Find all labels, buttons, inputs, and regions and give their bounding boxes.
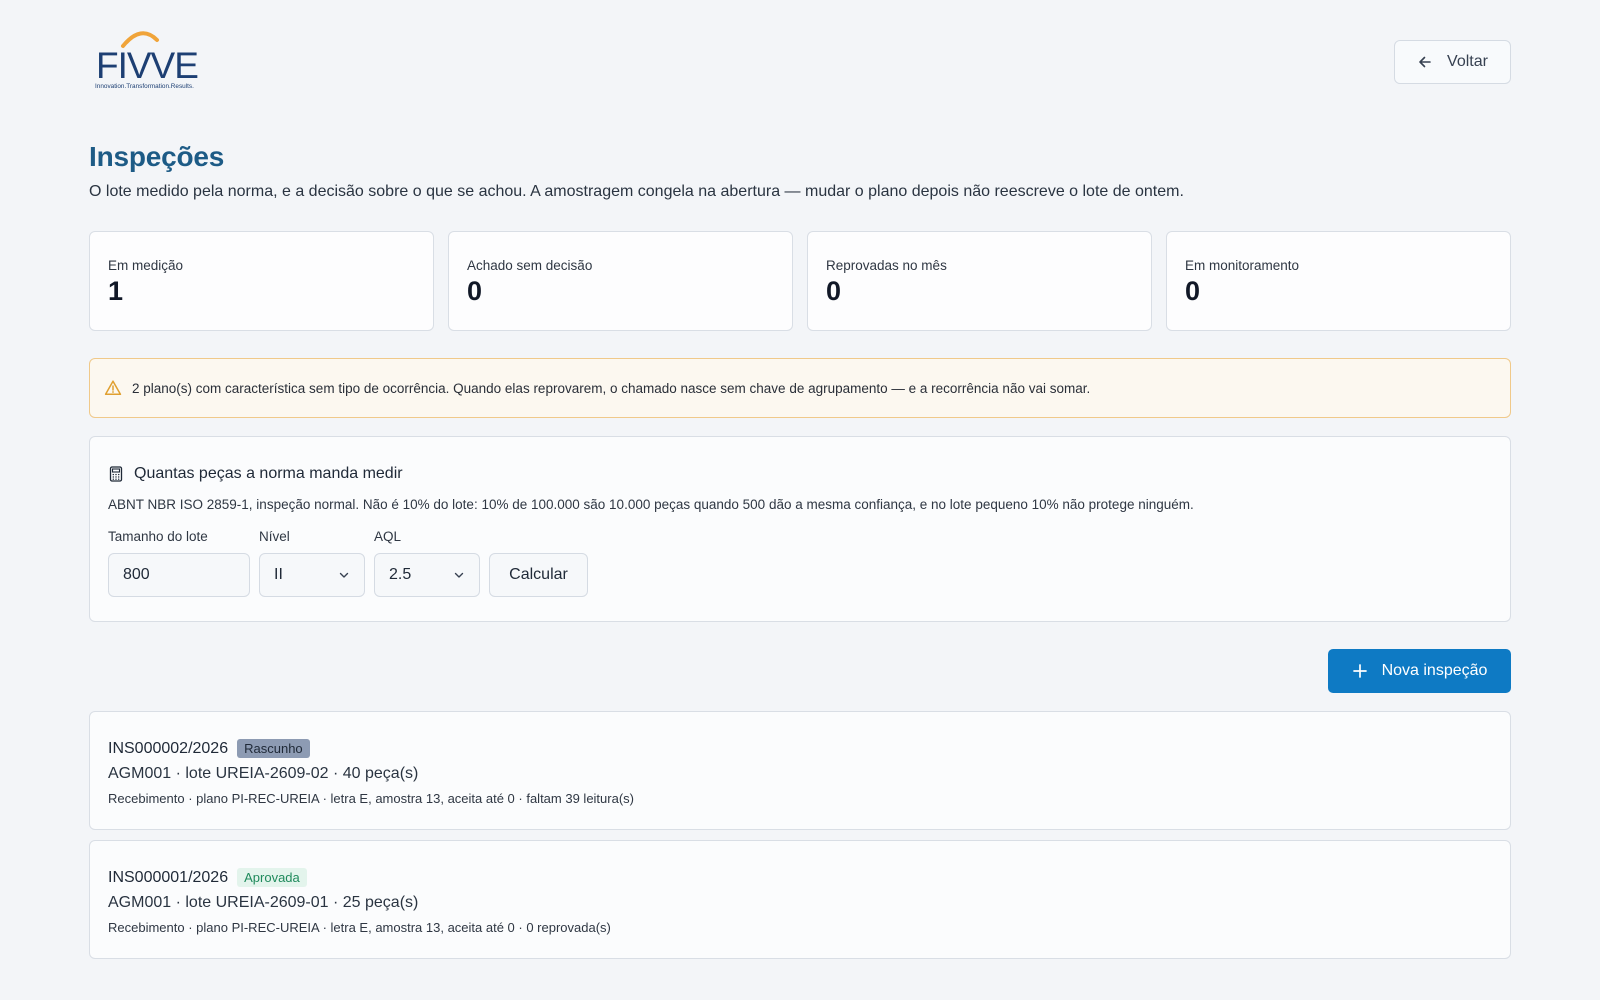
aql-label: AQL xyxy=(374,529,402,544)
chevron-down-icon xyxy=(453,569,465,581)
stat-label: Em medição xyxy=(108,258,184,273)
logo-wordmark: FIVVE xyxy=(96,45,198,86)
warning-alert: 2 plano(s) com característica sem tipo d… xyxy=(89,358,1511,418)
logo-tagline: Innovation.Transformation.Results. xyxy=(95,83,194,90)
stat-card-em-monitoramento: Em monitoramento 0 xyxy=(1166,231,1511,331)
lot-size-input[interactable]: 800 xyxy=(108,553,250,597)
stat-label: Achado sem decisão xyxy=(467,258,593,273)
inspection-details: Recebimento · plano PI-REC-UREIA · letra… xyxy=(108,920,611,935)
level-select[interactable]: II xyxy=(259,553,365,597)
calculator-title: Quantas peças a norma manda medir xyxy=(134,465,403,482)
stat-label: Em monitoramento xyxy=(1185,258,1300,273)
sample-size-calculator: Quantas peças a norma manda medir ABNT N… xyxy=(89,436,1511,622)
calculate-button[interactable]: Calcular xyxy=(489,553,588,597)
stat-label: Reprovadas no mês xyxy=(826,258,947,273)
aql-value: 2.5 xyxy=(389,566,412,583)
status-badge: Rascunho xyxy=(237,739,310,758)
calculator-icon xyxy=(108,466,124,482)
inspection-code: INS000002/2026 xyxy=(108,739,229,757)
calculator-form: Tamanho do lote 800 Nível II AQL 2.5 Cal… xyxy=(108,529,1492,597)
lot-size-label: Tamanho do lote xyxy=(108,529,208,544)
stat-value: 0 xyxy=(826,276,842,306)
stat-value: 0 xyxy=(467,276,483,306)
stat-value: 1 xyxy=(108,276,124,306)
lot-size-field: Tamanho do lote 800 xyxy=(108,529,250,597)
calculator-header: Quantas peças a norma manda medir xyxy=(108,465,1492,483)
inspection-summary: AGM001 · lote UREIA-2609-01 · 25 peça(s) xyxy=(108,894,419,911)
back-button[interactable]: Voltar xyxy=(1394,40,1511,84)
fivve-logo-graphic: FIVVE Innovation.Transformation.Results. xyxy=(95,31,199,90)
stats-row: Em medição 1 Achado sem decisão 0 Reprov… xyxy=(89,231,1511,331)
level-field: Nível II xyxy=(259,529,365,597)
inspection-header: INS000002/2026 Rascunho xyxy=(108,739,1492,758)
stat-card-achado-sem-decisao: Achado sem decisão 0 xyxy=(448,231,793,331)
inspection-code: INS000001/2026 xyxy=(108,868,229,886)
back-button-label: Voltar xyxy=(1447,53,1488,70)
stat-card-reprovadas-no-mes: Reprovadas no mês 0 xyxy=(807,231,1152,331)
level-value: II xyxy=(274,566,283,583)
new-inspection-button[interactable]: Nova inspeção xyxy=(1328,649,1511,693)
chevron-down-icon xyxy=(338,569,350,581)
arrow-left-icon xyxy=(1417,54,1433,70)
lot-size-value: 800 xyxy=(123,566,150,583)
warning-triangle-icon xyxy=(104,379,122,397)
plus-icon xyxy=(1352,663,1368,679)
inspection-row[interactable]: INS000001/2026 Aprovada AGM001 · lote UR… xyxy=(89,840,1511,959)
level-label: Nível xyxy=(259,529,290,544)
stat-value: 0 xyxy=(1185,276,1201,306)
page-title: Inspeções xyxy=(89,141,225,172)
inspection-list: INS000002/2026 Rascunho AGM001 · lote UR… xyxy=(89,711,1511,959)
aql-select[interactable]: 2.5 xyxy=(374,553,480,597)
status-badge: Aprovada xyxy=(237,868,307,887)
alert-text: 2 plano(s) com característica sem tipo d… xyxy=(132,380,1091,396)
inspection-row[interactable]: INS000002/2026 Rascunho AGM001 · lote UR… xyxy=(89,711,1511,830)
fivve-logo: FIVVE Innovation.Transformation.Results. xyxy=(95,26,211,90)
stat-card-em-medicao: Em medição 1 xyxy=(89,231,434,331)
new-inspection-label: Nova inspeção xyxy=(1381,662,1488,679)
aql-field: AQL 2.5 xyxy=(374,529,480,597)
inspection-header: INS000001/2026 Aprovada xyxy=(108,868,1492,887)
inspection-details: Recebimento · plano PI-REC-UREIA · letra… xyxy=(108,791,634,806)
inspection-summary: AGM001 · lote UREIA-2609-02 · 40 peça(s) xyxy=(108,765,419,782)
page-subtitle: O lote medido pela norma, e a decisão so… xyxy=(89,183,1184,200)
calculator-description: ABNT NBR ISO 2859-1, inspeção normal. Nã… xyxy=(108,497,1194,512)
